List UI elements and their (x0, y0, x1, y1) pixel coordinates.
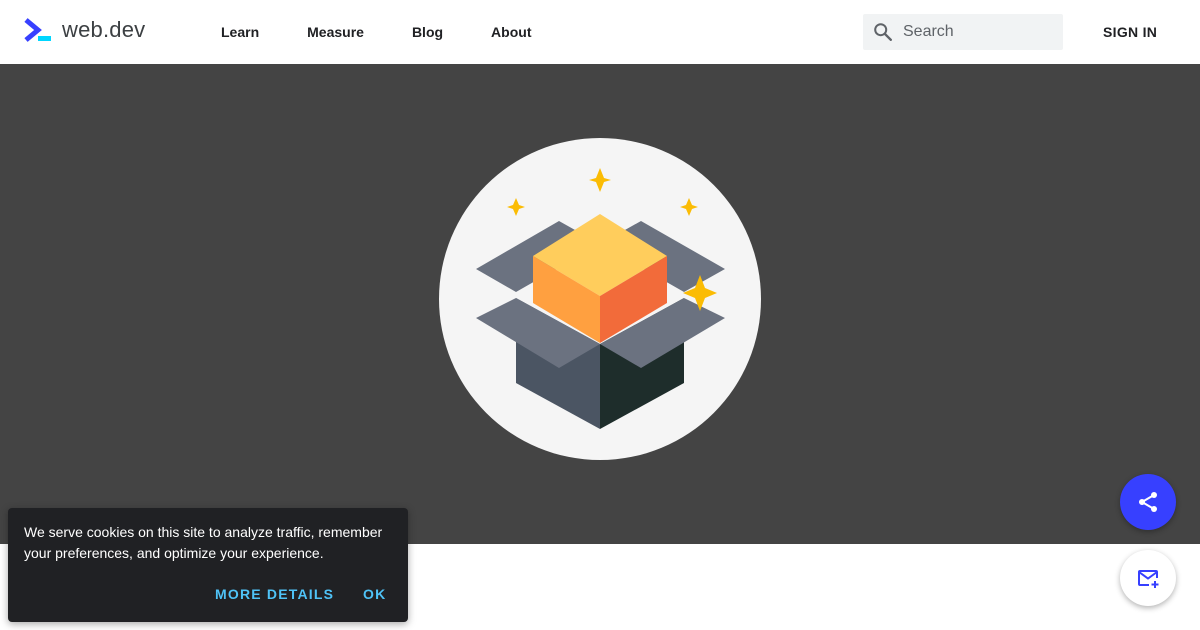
nav-about[interactable]: About (491, 24, 531, 40)
open-box-sparkles-icon (439, 138, 761, 460)
share-icon (1139, 492, 1157, 512)
main-nav: Learn Measure Blog About (221, 0, 531, 64)
nav-blog[interactable]: Blog (412, 24, 443, 40)
hero-banner (0, 64, 1200, 544)
nav-measure[interactable]: Measure (307, 24, 364, 40)
logo-text: web.dev (62, 17, 146, 42)
mail-add-icon (1138, 570, 1159, 588)
nav-learn[interactable]: Learn (221, 24, 259, 40)
share-button[interactable] (1120, 474, 1176, 530)
more-details-button[interactable]: MORE DETAILS (207, 578, 342, 610)
search-input[interactable] (903, 23, 1053, 41)
search-icon (871, 20, 895, 44)
cookie-message: We serve cookies on this site to analyze… (24, 524, 383, 561)
ok-button[interactable]: OK (355, 578, 394, 610)
web-dev-logo-icon (24, 18, 51, 42)
site-header: web.dev Learn Measure Blog About SIGN IN (0, 0, 1200, 64)
web-dev-logo[interactable]: web.dev (24, 17, 145, 43)
subscribe-button[interactable] (1120, 550, 1176, 606)
sign-in-button[interactable]: SIGN IN (1103, 24, 1157, 40)
search-box[interactable] (863, 14, 1063, 50)
